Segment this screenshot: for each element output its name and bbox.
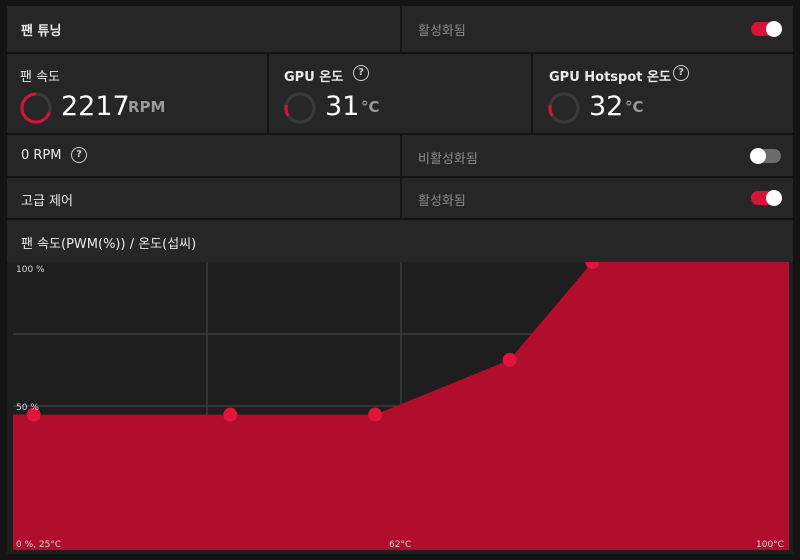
toggle-knob	[766, 190, 782, 206]
gpu-hotspot-value: 32	[589, 91, 624, 122]
zero-rpm-help-icon[interactable]: ?	[71, 147, 87, 163]
advanced-control-status: 활성화됨	[418, 194, 466, 209]
gpu-hotspot-gauge-icon	[548, 92, 580, 124]
gpu-hotspot-unit: °C	[625, 98, 644, 116]
fan-curve-chart[interactable]	[13, 262, 789, 550]
zero-rpm-status: 비활성화됨	[418, 152, 478, 167]
curve-point[interactable]	[223, 407, 238, 422]
gpu-hotspot-help-icon[interactable]: ?	[673, 65, 689, 81]
gpu-temp-help-icon[interactable]: ?	[353, 65, 369, 81]
toggle-knob	[766, 21, 782, 37]
fan-tuning-title: 팬 튜닝	[21, 24, 62, 39]
toggle-knob	[750, 148, 766, 164]
gpu-temp-value: 31	[325, 91, 360, 122]
gpu-temp-gauge-icon	[284, 92, 316, 124]
fan-tuning-toggle[interactable]	[751, 21, 782, 37]
zero-rpm-toggle[interactable]	[750, 148, 781, 164]
gpu-temp-label: GPU 온도	[284, 70, 344, 85]
x-axis-end-label: 100°C	[756, 540, 784, 550]
advanced-control-toggle[interactable]	[751, 190, 782, 206]
fan-curve-title: 팬 속도(PWM(%)) / 온도(섭씨)	[21, 237, 197, 252]
fan-speed-label: 팬 속도	[20, 70, 61, 85]
gpu-temp-unit: °C	[361, 98, 380, 116]
fan-tuning-status: 활성화됨	[418, 24, 466, 39]
x-axis-mid-label: 62°C	[389, 540, 412, 550]
gpu-hotspot-label: GPU Hotspot 온도	[549, 70, 671, 85]
zero-rpm-panel	[7, 135, 400, 176]
fan-tuning-panel	[7, 6, 400, 52]
fan-speed-gauge-icon	[20, 92, 52, 124]
fan-speed-value: 2217	[61, 91, 130, 122]
zero-rpm-label: 0 RPM	[21, 148, 62, 163]
x-axis-origin-label: 0 %, 25°C	[16, 540, 62, 550]
curve-point[interactable]	[368, 407, 383, 422]
y-axis-top-label: 100 %	[16, 265, 45, 275]
curve-point[interactable]	[502, 352, 517, 367]
advanced-control-label: 고급 제어	[21, 194, 73, 209]
fan-speed-unit: RPM	[128, 98, 166, 116]
y-axis-mid-label: 50 %	[16, 403, 39, 413]
